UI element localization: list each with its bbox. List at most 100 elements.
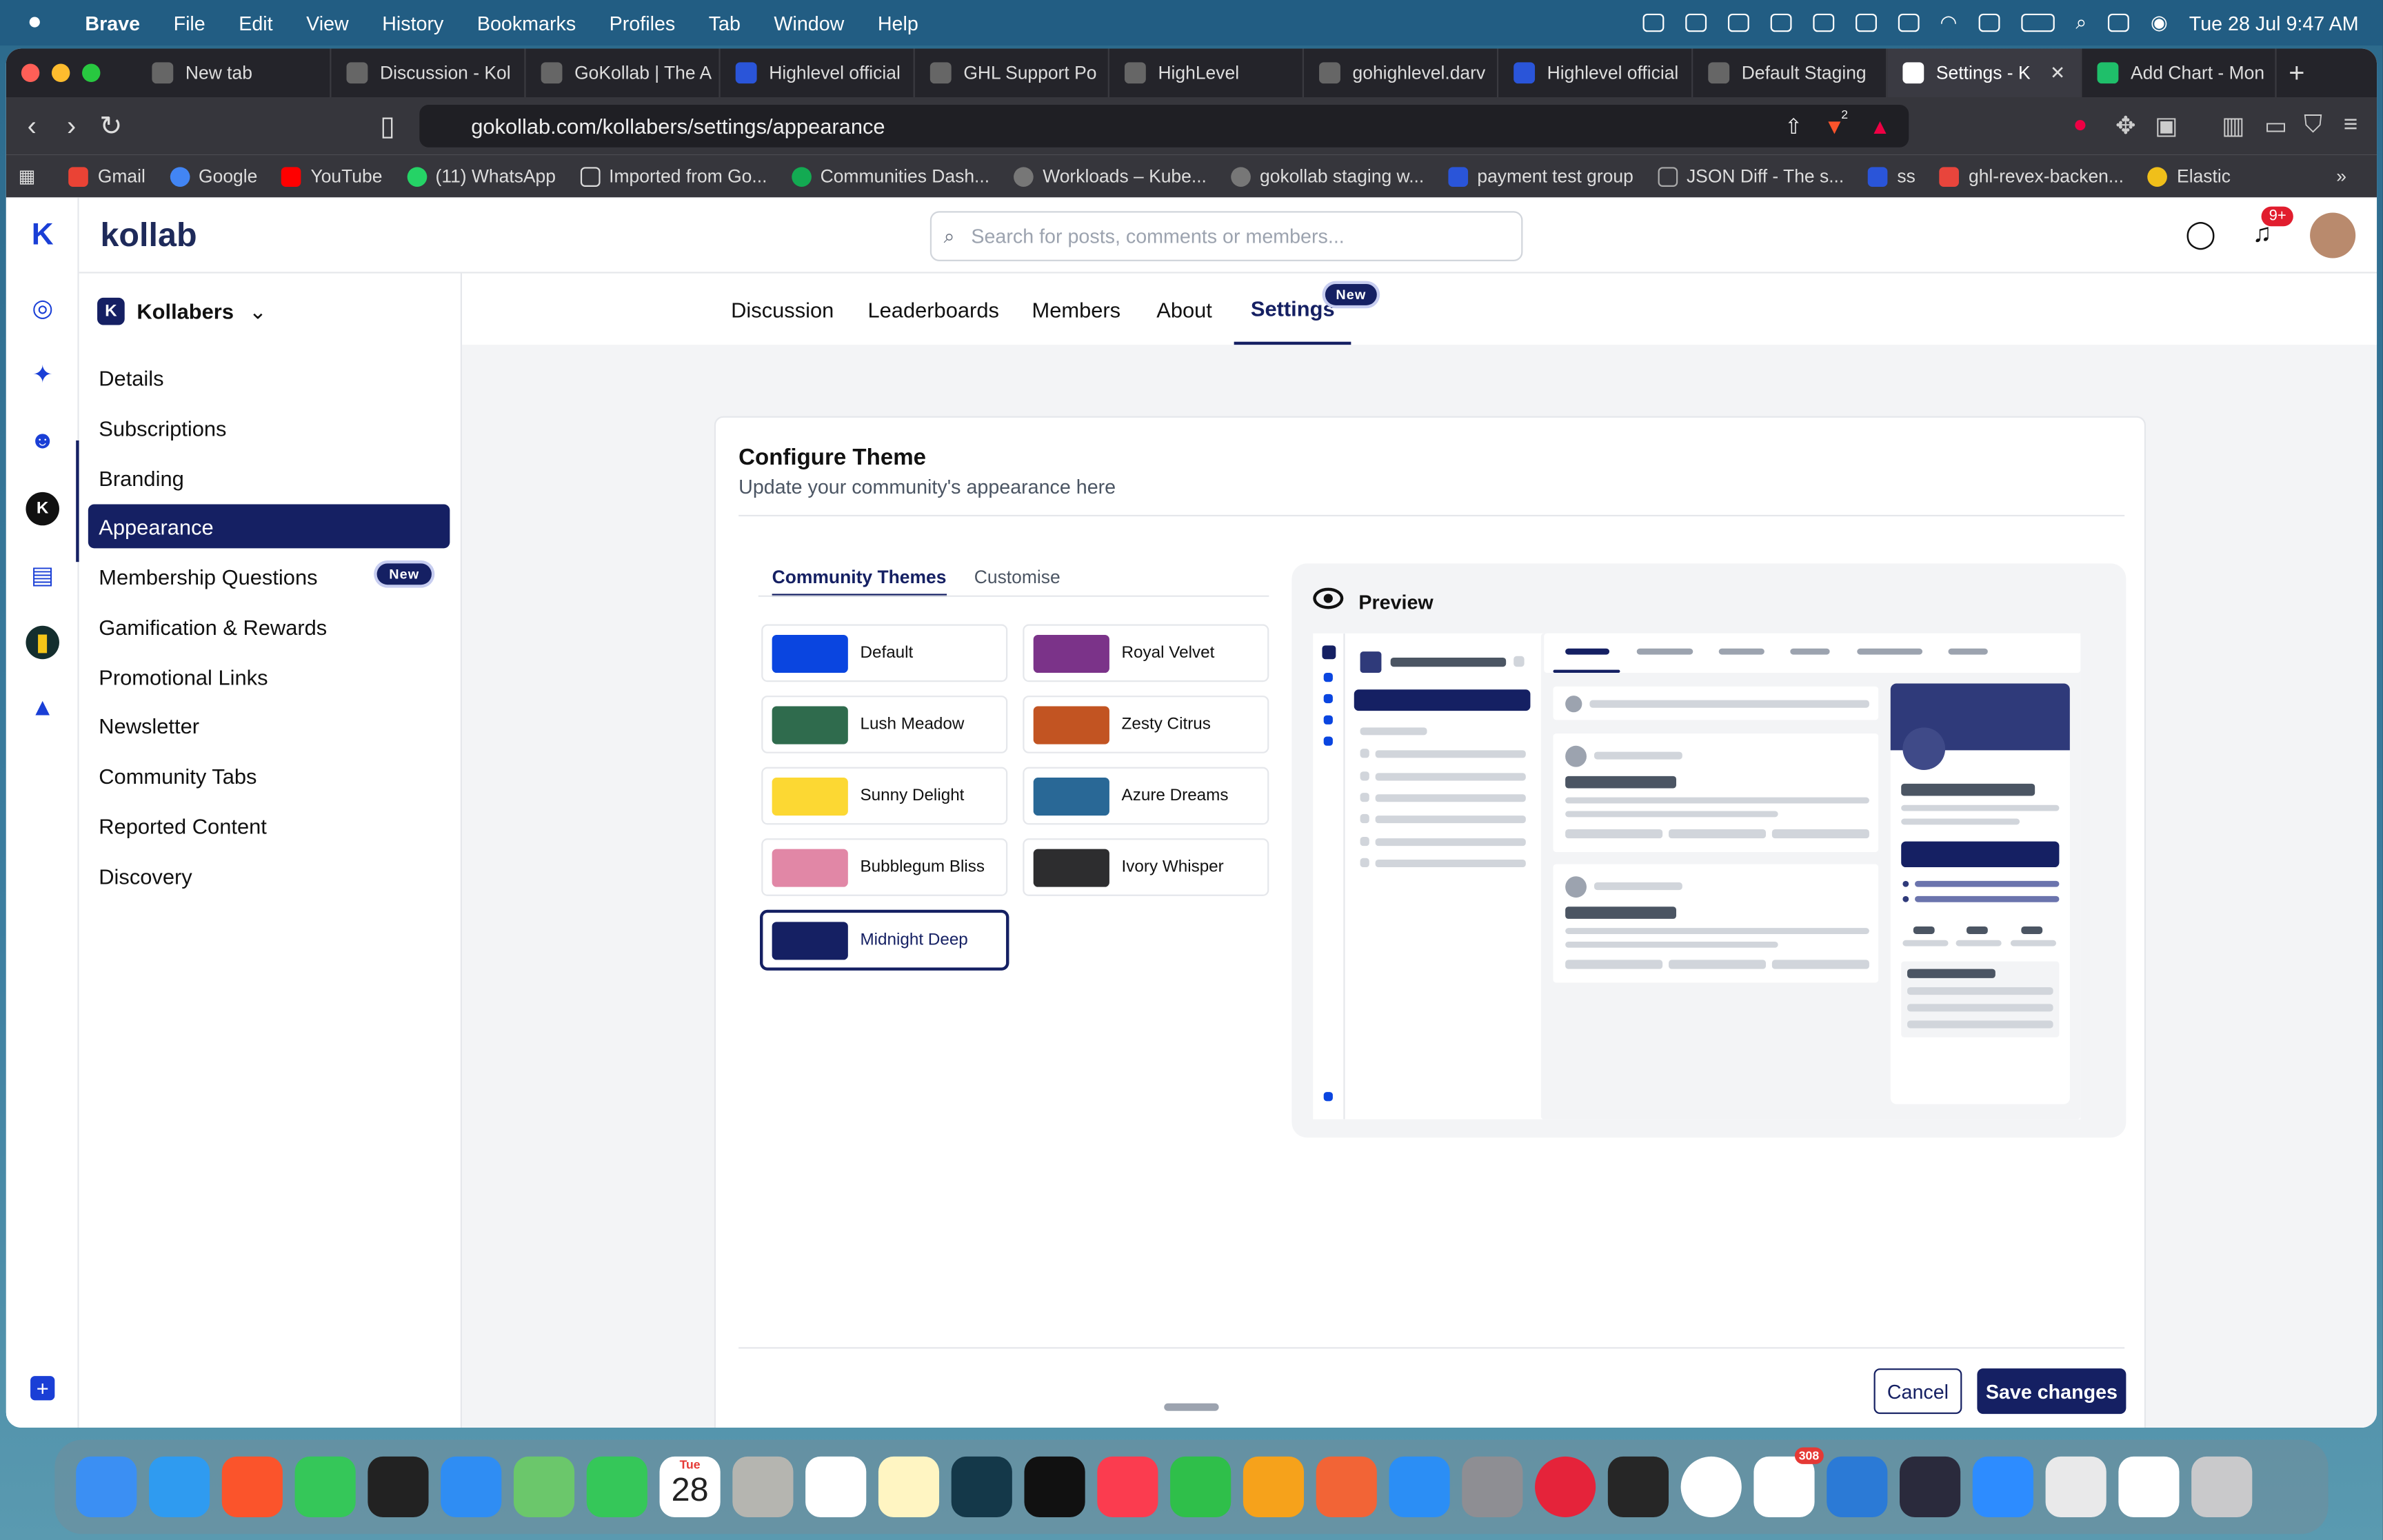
user-status-icon[interactable] — [1897, 13, 1919, 32]
menu-history[interactable]: History — [382, 12, 443, 34]
vscode-icon[interactable] — [1827, 1456, 1888, 1517]
wifi-icon[interactable]: ◠ — [1940, 10, 1957, 34]
browser-tab[interactable]: Highlevel official — [721, 48, 915, 98]
clock[interactable]: Tue 28 Jul 9:47 AM — [2189, 12, 2359, 34]
tab-members[interactable]: Members — [1032, 274, 1121, 345]
new-tab-button[interactable]: + — [2289, 57, 2304, 89]
apps-grid-icon[interactable]: ▦ — [18, 165, 35, 187]
bookmark-item[interactable]: Gmail — [68, 165, 145, 187]
pcloud-icon[interactable] — [368, 1456, 429, 1517]
minimize-window-button[interactable] — [51, 63, 70, 82]
music-icon[interactable] — [1097, 1456, 1158, 1517]
kollab-logo[interactable]: kollab — [100, 216, 197, 255]
extensions-icon[interactable]: ✥ — [2115, 111, 2136, 141]
sparkle-icon[interactable]: ✦ — [26, 358, 59, 392]
theme-option-zesty-citrus[interactable]: Zesty Citrus — [1023, 696, 1269, 753]
messages-icon[interactable] — [294, 1456, 356, 1517]
browser-tab-active[interactable]: Settings - K ✕ — [1887, 48, 2082, 98]
menu-tab[interactable]: Tab — [709, 12, 741, 34]
bookmark-item[interactable]: gokollab staging w... — [1231, 165, 1424, 187]
istat-icon[interactable] — [1900, 1456, 1961, 1517]
slack-icon[interactable]: 308 — [1753, 1447, 1824, 1517]
back-icon[interactable]: ‹ — [12, 110, 52, 142]
explore-compass-icon[interactable]: ◎ — [26, 292, 59, 325]
app-icon[interactable] — [1607, 1456, 1669, 1517]
sidebar-item-appearance[interactable]: Appearance — [88, 504, 450, 549]
add-community-icon[interactable]: + — [30, 1376, 55, 1401]
maps-icon[interactable] — [513, 1456, 575, 1517]
stats-icon[interactable] — [1978, 13, 2000, 32]
chrome-icon[interactable] — [1680, 1456, 1742, 1517]
theme-option-midnight-deep[interactable]: Midnight Deep — [761, 911, 1008, 969]
menu-icon[interactable]: ≡ — [2344, 112, 2358, 140]
sidebar-item-details[interactable]: Details — [88, 356, 450, 400]
sidebar-item-newsletter[interactable]: Newsletter — [88, 703, 450, 747]
more-bookmarks-icon[interactable]: » — [2336, 165, 2346, 187]
menu-profiles[interactable]: Profiles — [610, 12, 676, 34]
theme-option-bubblegum-bliss[interactable]: Bubblegum Bliss — [761, 838, 1008, 896]
theme-option-azure-dreams[interactable]: Azure Dreams — [1023, 767, 1269, 825]
acrobat-icon[interactable] — [2118, 1456, 2180, 1517]
status-icon[interactable] — [1769, 13, 1791, 32]
app-store-icon[interactable] — [1389, 1456, 1450, 1517]
save-changes-button[interactable]: Save changes — [1977, 1368, 2126, 1415]
browser-tab[interactable]: New tab — [137, 48, 332, 98]
sidebar-item-community-tabs[interactable]: Community Tabs — [88, 753, 450, 798]
mail-icon[interactable] — [441, 1456, 502, 1517]
finder-icon[interactable] — [76, 1456, 137, 1517]
theme-option-sunny-delight[interactable]: Sunny Delight — [761, 767, 1008, 825]
sidebar-item-reported-content[interactable]: Reported Content — [88, 803, 450, 847]
address-bar[interactable]: gokollab.com/kollabers/settings/appearan… — [419, 105, 1909, 148]
browser-tab[interactable]: Default Staging — [1693, 48, 1888, 98]
extension-icon[interactable]: ▣ — [2155, 111, 2178, 141]
browser-tab[interactable]: GHL Support Po — [915, 48, 1109, 98]
close-window-button[interactable] — [21, 63, 40, 82]
battery-icon[interactable] — [2020, 13, 2055, 32]
sidebar-item-branding[interactable]: Branding — [88, 456, 450, 500]
system-settings-icon[interactable] — [1462, 1456, 1523, 1517]
siri-icon[interactable]: ◉ — [2151, 10, 2168, 34]
status-icon[interactable] — [1812, 13, 1834, 32]
chat-icon[interactable]: ◯ — [2185, 219, 2215, 250]
cancel-button[interactable]: Cancel — [1873, 1368, 1962, 1415]
calendar-icon[interactable]: Tue 28 — [659, 1456, 721, 1517]
community-switcher[interactable]: K Kollabers ⌄ — [97, 297, 267, 325]
bookmark-item[interactable]: ss — [1868, 165, 1916, 187]
community-icon[interactable]: ▮ — [26, 625, 59, 660]
apple-icon[interactable]: ● — [28, 10, 52, 34]
brave-icon[interactable] — [221, 1456, 283, 1517]
reminders-icon[interactable] — [805, 1456, 867, 1517]
bookmark-item[interactable]: Workloads – Kube... — [1014, 165, 1207, 187]
sidebar-item-membership-questions[interactable]: Membership Questions New — [88, 554, 450, 598]
music-file-icon[interactable] — [2045, 1456, 2107, 1517]
graduation-cap-icon[interactable]: ▲ — [26, 693, 59, 726]
bookmark-item[interactable]: (11) WhatsApp — [406, 165, 556, 187]
tab-discussion[interactable]: Discussion — [731, 274, 834, 345]
safari-icon[interactable] — [148, 1456, 210, 1517]
bookmark-item[interactable]: Google — [170, 165, 257, 187]
wallet-icon[interactable]: ▭ — [2264, 111, 2287, 141]
browser-tab[interactable]: HighLevel — [1109, 48, 1305, 98]
contacts-icon[interactable] — [732, 1456, 794, 1517]
vpn-icon[interactable]: ⛉ — [2304, 112, 2322, 140]
status-icon[interactable] — [1642, 13, 1664, 32]
menu-window[interactable]: Window — [774, 12, 844, 34]
browser-tab[interactable]: Add Chart - Mon — [2082, 48, 2277, 98]
claude-icon[interactable] — [1316, 1456, 1377, 1517]
screen-recorder-icon[interactable] — [1535, 1456, 1596, 1517]
bookmark-item[interactable]: Communities Dash... — [791, 165, 989, 187]
maximize-window-button[interactable] — [82, 63, 101, 82]
sidebar-item-gamification[interactable]: Gamification & Rewards — [88, 605, 450, 649]
members-icon[interactable]: ☻ — [26, 425, 59, 458]
tab-about[interactable]: About — [1156, 274, 1212, 345]
menu-edit[interactable]: Edit — [239, 12, 272, 34]
tab-community-themes[interactable]: Community Themes — [772, 567, 947, 597]
menu-help[interactable]: Help — [878, 12, 918, 34]
bookmark-item[interactable]: JSON Diff - The s... — [1658, 165, 1844, 187]
browser-tab[interactable]: Discussion - Kol — [331, 48, 526, 98]
theme-option-royal-velvet[interactable]: Royal Velvet — [1023, 624, 1269, 682]
theme-option-ivory-whisper[interactable]: Ivory Whisper — [1023, 838, 1269, 896]
pages-icon[interactable] — [1243, 1456, 1305, 1517]
status-icon[interactable] — [1854, 13, 1876, 32]
bookmark-item[interactable]: Elastic — [2148, 165, 2231, 187]
